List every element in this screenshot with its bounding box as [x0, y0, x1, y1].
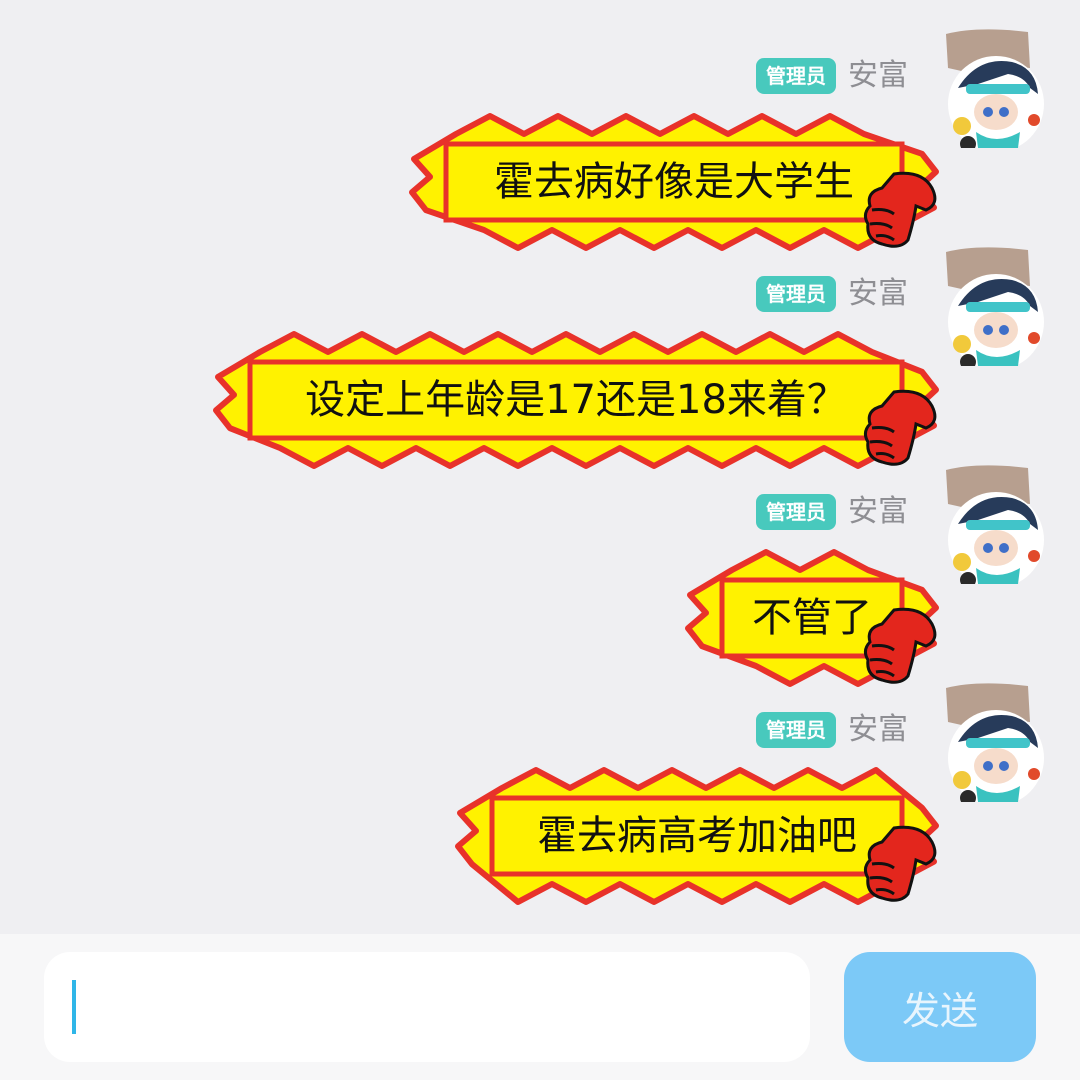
- role-badge: 管理员: [756, 58, 836, 94]
- message-item: 管理员 安富 不管了: [0, 436, 1080, 687]
- sender-name[interactable]: 安富: [848, 712, 908, 748]
- text-caret: [72, 980, 76, 1034]
- avatar[interactable]: [938, 682, 1048, 806]
- sender-name[interactable]: 安富: [848, 58, 908, 94]
- message-meta: 管理员 安富: [756, 276, 908, 312]
- message-meta: 管理员 安富: [756, 494, 908, 530]
- message-item: 管理员 安富 霍去病高考加油吧: [0, 654, 1080, 905]
- role-badge: 管理员: [756, 712, 836, 748]
- message-input[interactable]: [44, 952, 810, 1062]
- thumbs-down-icon: [860, 824, 940, 902]
- role-badge: 管理员: [756, 276, 836, 312]
- message-text: 设定上年龄是17还是18来着？: [305, 377, 847, 423]
- avatar[interactable]: [938, 464, 1048, 588]
- send-button[interactable]: 发送: [844, 952, 1036, 1062]
- message-meta: 管理员 安富: [756, 58, 908, 94]
- message-bubble[interactable]: 霍去病高考加油吧: [455, 767, 939, 905]
- sender-name[interactable]: 安富: [848, 276, 908, 312]
- message-meta: 管理员 安富: [756, 712, 908, 748]
- chat-area[interactable]: 管理员 安富 霍去病好像是大学生 管理员 安富 设定上年龄是17还是18来着？ …: [0, 0, 1080, 934]
- message-text: 霍去病好像是大学生: [494, 159, 854, 205]
- avatar[interactable]: [938, 246, 1048, 370]
- role-badge: 管理员: [756, 494, 836, 530]
- message-item: 管理员 安富 霍去病好像是大学生: [0, 0, 1080, 251]
- send-button-label: 发送: [901, 988, 978, 1033]
- message-item: 管理员 安富 设定上年龄是17还是18来着？: [0, 218, 1080, 469]
- sender-name[interactable]: 安富: [848, 494, 908, 530]
- avatar[interactable]: [938, 28, 1048, 152]
